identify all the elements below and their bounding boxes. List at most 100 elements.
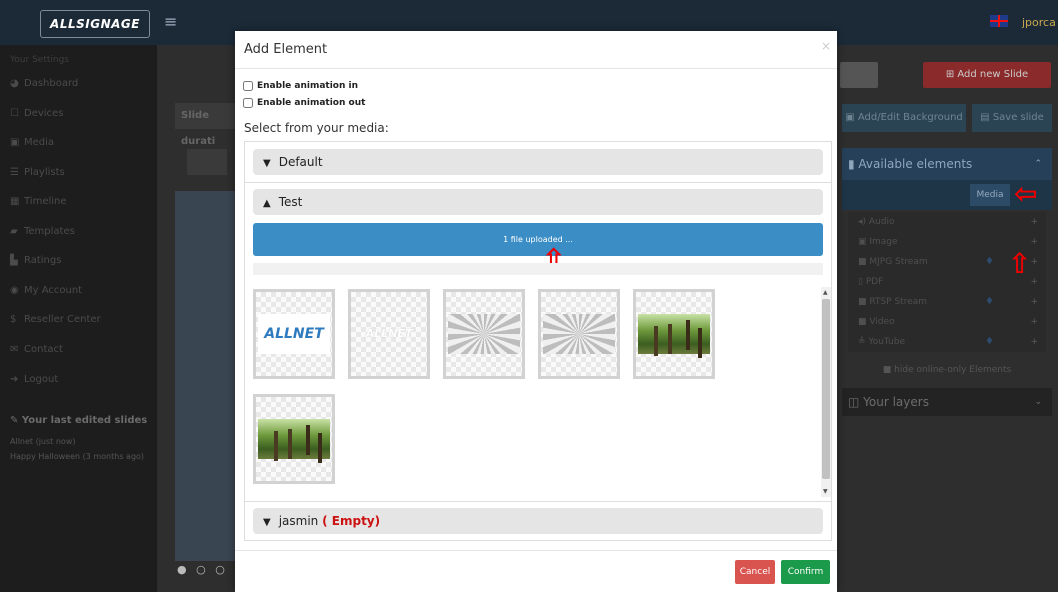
sidebar-item-playlists[interactable]: ☰ Playlists — [10, 162, 65, 182]
element-label: ◂) Audio — [858, 217, 895, 227]
close-icon[interactable]: × — [821, 39, 831, 53]
media-thumbnail[interactable] — [538, 289, 620, 379]
upload-progress-bar: 1 file uploaded ... — [253, 223, 823, 256]
slide-canvas[interactable] — [175, 191, 235, 561]
sidebar-item-logout[interactable]: ➜ Logout — [10, 369, 58, 389]
elements-list: ◂) Audio + ▣ Image + ■ MJPG Stream ♦ + ▯ PDF… — [848, 212, 1046, 352]
thumbnail-image: ALLNET — [365, 327, 413, 340]
hamburger-icon[interactable]: ≡ — [164, 12, 177, 31]
sidebar-section-title: Your Settings — [10, 55, 69, 65]
enable-animation-out-option[interactable]: Enable animation out — [243, 98, 365, 108]
element-label: ■ MJPG Stream — [858, 257, 928, 267]
sidebar-item-contact[interactable]: ✉ Contact — [10, 339, 63, 359]
scroll-down-icon[interactable]: ▼ — [823, 488, 828, 495]
sidebar-item-templates[interactable]: ▰ Templates — [10, 221, 75, 241]
add-new-slide-button[interactable]: ⊞ Add new Slide — [923, 62, 1051, 88]
online-only-icon: ♦ — [985, 296, 994, 307]
add-edit-background-button[interactable]: ▣ Add/Edit Background — [842, 104, 966, 132]
sidebar: Your Settings ◕ Dashboard ☐ Devices ▣ Media… — [0, 45, 157, 592]
app-logo[interactable]: ALLSIGNAGE — [40, 10, 150, 38]
enable-animation-out-checkbox[interactable] — [243, 98, 253, 108]
slide-name-input[interactable] — [840, 62, 878, 88]
sidebar-item-ratings[interactable]: ▙ Ratings — [10, 250, 61, 270]
select-media-label: Select from your media: — [244, 121, 389, 135]
mail-icon: ✉ — [10, 343, 19, 355]
enable-animation-in-option[interactable]: Enable animation in — [243, 81, 358, 91]
element-row-rtsp[interactable]: ■ RTSP Stream ♦ + — [848, 292, 1046, 312]
sidebar-item-media[interactable]: ▣ Media — [10, 132, 54, 152]
logout-icon: ➜ — [10, 373, 19, 385]
modal-divider — [235, 68, 837, 69]
thumbnail-image — [448, 314, 520, 354]
progress-track — [253, 263, 823, 275]
slide-duration-label: Slide durati — [175, 103, 241, 147]
folder-test[interactable]: ▲ Test — [253, 189, 823, 215]
youtube-icon: ≜ — [858, 337, 869, 347]
cancel-button[interactable]: Cancel — [735, 560, 775, 584]
media-thumbnail[interactable]: ALLNET — [253, 289, 335, 379]
last-edited-title: ✎ Your last edited slides — [10, 415, 148, 426]
hide-online-only-toggle[interactable]: ■ hide online-only Elements — [842, 360, 1052, 380]
tab-media[interactable]: Media — [970, 184, 1010, 206]
element-row-video[interactable]: ■ Video + — [848, 312, 1046, 332]
calendar-icon: ▦ — [10, 195, 20, 207]
media-scrollbar[interactable]: ▲ ▼ — [821, 287, 831, 497]
canvas-toolbar[interactable] — [187, 149, 227, 175]
chart-icon: ▙ — [10, 254, 18, 266]
folder-jasmin[interactable]: ▼ jasmin ( Empty) — [253, 508, 823, 534]
save-slide-button[interactable]: ▤ Save slide — [972, 104, 1052, 132]
your-layers-header[interactable]: ◫ Your layers ⌄ — [842, 388, 1052, 416]
pdf-icon: ▯ — [858, 277, 866, 287]
list-icon: ☰ — [10, 166, 19, 178]
empty-badge: ( Empty) — [322, 514, 381, 528]
camera-icon: ■ — [858, 297, 870, 307]
user-icon: ◉ — [10, 284, 19, 296]
sidebar-item-timeline[interactable]: ▦ Timeline — [10, 191, 67, 211]
sidebar-item-my-account[interactable]: ◉ My Account — [10, 280, 82, 300]
sidebar-item-dashboard[interactable]: ◕ Dashboard — [10, 73, 78, 93]
user-menu[interactable]: jporca — [1022, 16, 1056, 29]
file-icon: ▮ — [848, 157, 859, 171]
add-element-icon[interactable]: + — [1030, 212, 1038, 232]
uk-flag-icon[interactable] — [990, 15, 1008, 27]
folder-default[interactable]: ▼ Default — [253, 149, 823, 175]
image-icon: ▣ — [858, 237, 870, 247]
media-thumbnail[interactable]: ALLNET — [348, 289, 430, 379]
annotation-arrow-left-icon: ⇦ — [1014, 177, 1038, 210]
media-thumbnail[interactable] — [633, 289, 715, 379]
sidebar-item-devices[interactable]: ☐ Devices — [10, 103, 63, 123]
camera-icon: ■ — [858, 257, 870, 267]
scroll-up-icon[interactable]: ▲ — [823, 289, 828, 296]
folder-icon: ▰ — [10, 225, 18, 237]
add-element-icon[interactable]: + — [1030, 292, 1038, 312]
add-element-icon[interactable]: + — [1030, 252, 1038, 272]
dollar-icon: $ — [10, 313, 17, 325]
thumbnail-image: ALLNET — [258, 314, 330, 354]
scroll-thumb[interactable] — [822, 299, 830, 479]
add-element-icon[interactable]: + — [1030, 332, 1038, 352]
sidebar-item-reseller-center[interactable]: $ Reseller Center — [10, 309, 101, 329]
caret-down-icon: ▼ — [263, 158, 271, 169]
audio-icon: ◂) — [858, 217, 869, 227]
recent-slide-link[interactable]: Allnet (just now) — [10, 437, 75, 446]
plus-icon: ⊞ — [945, 69, 958, 80]
enable-animation-in-checkbox[interactable] — [243, 81, 253, 91]
element-row-audio[interactable]: ◂) Audio + — [848, 212, 1046, 232]
media-browser: ▼ Default ▲ Test 1 file uploaded ... ⇧ ALL… — [244, 141, 832, 541]
element-label: ▣ Image — [858, 237, 898, 247]
folder-divider — [245, 501, 831, 502]
element-label: ■ RTSP Stream — [858, 297, 928, 307]
slide-pagination[interactable]: ● ○ ○ — [177, 563, 228, 576]
media-thumbnail[interactable] — [253, 394, 335, 484]
element-row-youtube[interactable]: ≜ YouTube ♦ + — [848, 332, 1046, 352]
modal-title: Add Element — [244, 42, 328, 57]
element-label: ▯ PDF — [858, 277, 884, 287]
media-thumbnail[interactable] — [443, 289, 525, 379]
recent-slide-link[interactable]: Happy Halloween (3 months ago) — [10, 452, 144, 461]
dashboard-icon: ◕ — [10, 77, 19, 89]
add-element-icon[interactable]: + — [1030, 272, 1038, 292]
add-element-icon[interactable]: + — [1030, 232, 1038, 252]
confirm-button[interactable]: Confirm — [781, 560, 830, 584]
add-element-icon[interactable]: + — [1030, 312, 1038, 332]
available-elements-header[interactable]: ▮ Available elements ⌃ — [842, 148, 1052, 180]
